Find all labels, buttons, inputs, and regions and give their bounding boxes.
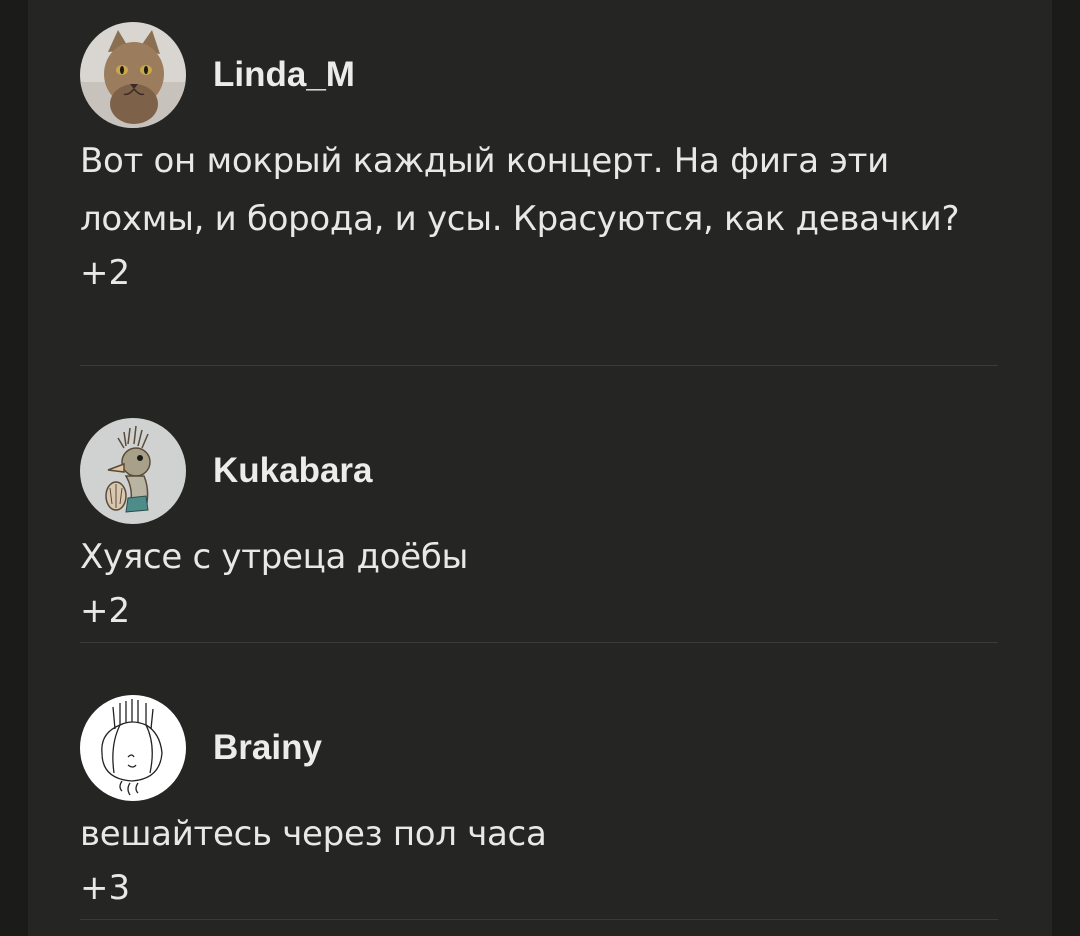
- comment-item: Brainy вешайтесь через пол часа +3: [80, 695, 998, 920]
- avatar[interactable]: [80, 22, 186, 128]
- bird-drawing-avatar-icon: [80, 418, 186, 524]
- onion-doodle-avatar-icon: [80, 695, 186, 801]
- comment-text: Вот он мокрый каждый концерт. На фига эт…: [80, 141, 960, 239]
- username[interactable]: Linda_M: [213, 55, 355, 95]
- comment-header: Linda_M: [80, 22, 998, 128]
- comment-rating: +2: [80, 591, 131, 631]
- avatar[interactable]: [80, 418, 186, 524]
- comment-header: Kukabara: [80, 418, 998, 524]
- comment-rating: +2: [80, 253, 131, 293]
- username[interactable]: Kukabara: [213, 451, 373, 491]
- comment-text: Хуясе с утреца доёбы: [80, 537, 469, 577]
- comment-text: вешайтесь через пол часа: [80, 814, 547, 854]
- comment-rating: +3: [80, 868, 131, 908]
- comment-item: Linda_M Вот он мокрый каждый концерт. На…: [80, 22, 998, 366]
- comment-item: Kukabara Хуясе с утреца доёбы +2: [80, 418, 998, 643]
- comment-header: Brainy: [80, 695, 998, 801]
- cat-avatar-icon: [80, 22, 186, 128]
- username[interactable]: Brainy: [213, 728, 322, 768]
- avatar[interactable]: [80, 695, 186, 801]
